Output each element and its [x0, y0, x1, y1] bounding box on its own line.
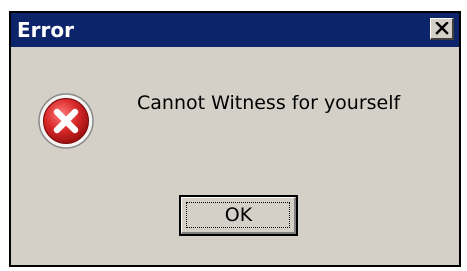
- ok-button[interactable]: OK: [179, 195, 298, 236]
- error-dialog: Error Cannot Witness for yourself OK: [9, 11, 461, 267]
- error-message: Cannot Witness for yourself: [137, 92, 401, 114]
- ok-button-label: OK: [224, 204, 253, 226]
- title-bar[interactable]: Error: [11, 13, 459, 47]
- close-icon: [435, 22, 449, 35]
- screen: Error Cannot Witness for yourself OK: [0, 0, 467, 271]
- close-button[interactable]: [430, 18, 454, 40]
- dialog-title: Error: [17, 18, 74, 42]
- error-icon: [38, 93, 94, 149]
